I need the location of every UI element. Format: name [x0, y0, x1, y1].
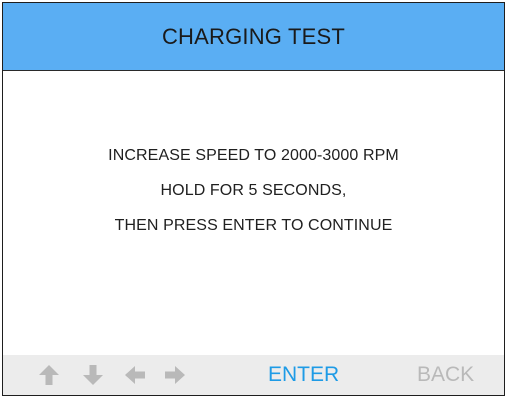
scan-tool-screen: CHARGING TEST INCREASE SPEED TO 2000-300… — [2, 2, 505, 396]
arrow-up-icon[interactable] — [37, 363, 61, 387]
instruction-panel: INCREASE SPEED TO 2000-3000 RPM HOLD FOR… — [3, 71, 504, 357]
back-button[interactable]: BACK — [417, 355, 474, 395]
page-title: CHARGING TEST — [161, 23, 346, 49]
instruction-line-speed: INCREASE SPEED TO 2000-3000 RPM — [108, 147, 399, 164]
button-bar: ENTER BACK — [3, 355, 504, 395]
enter-button[interactable]: ENTER — [268, 355, 339, 395]
title-bar: CHARGING TEST — [3, 3, 504, 71]
arrow-right-icon[interactable] — [163, 363, 187, 387]
arrow-left-icon[interactable] — [123, 363, 147, 387]
instruction-line-hold: HOLD FOR 5 SECONDS, — [160, 182, 347, 199]
instruction-line-continue: THEN PRESS ENTER TO CONTINUE — [114, 217, 393, 234]
arrow-down-icon[interactable] — [81, 363, 105, 387]
